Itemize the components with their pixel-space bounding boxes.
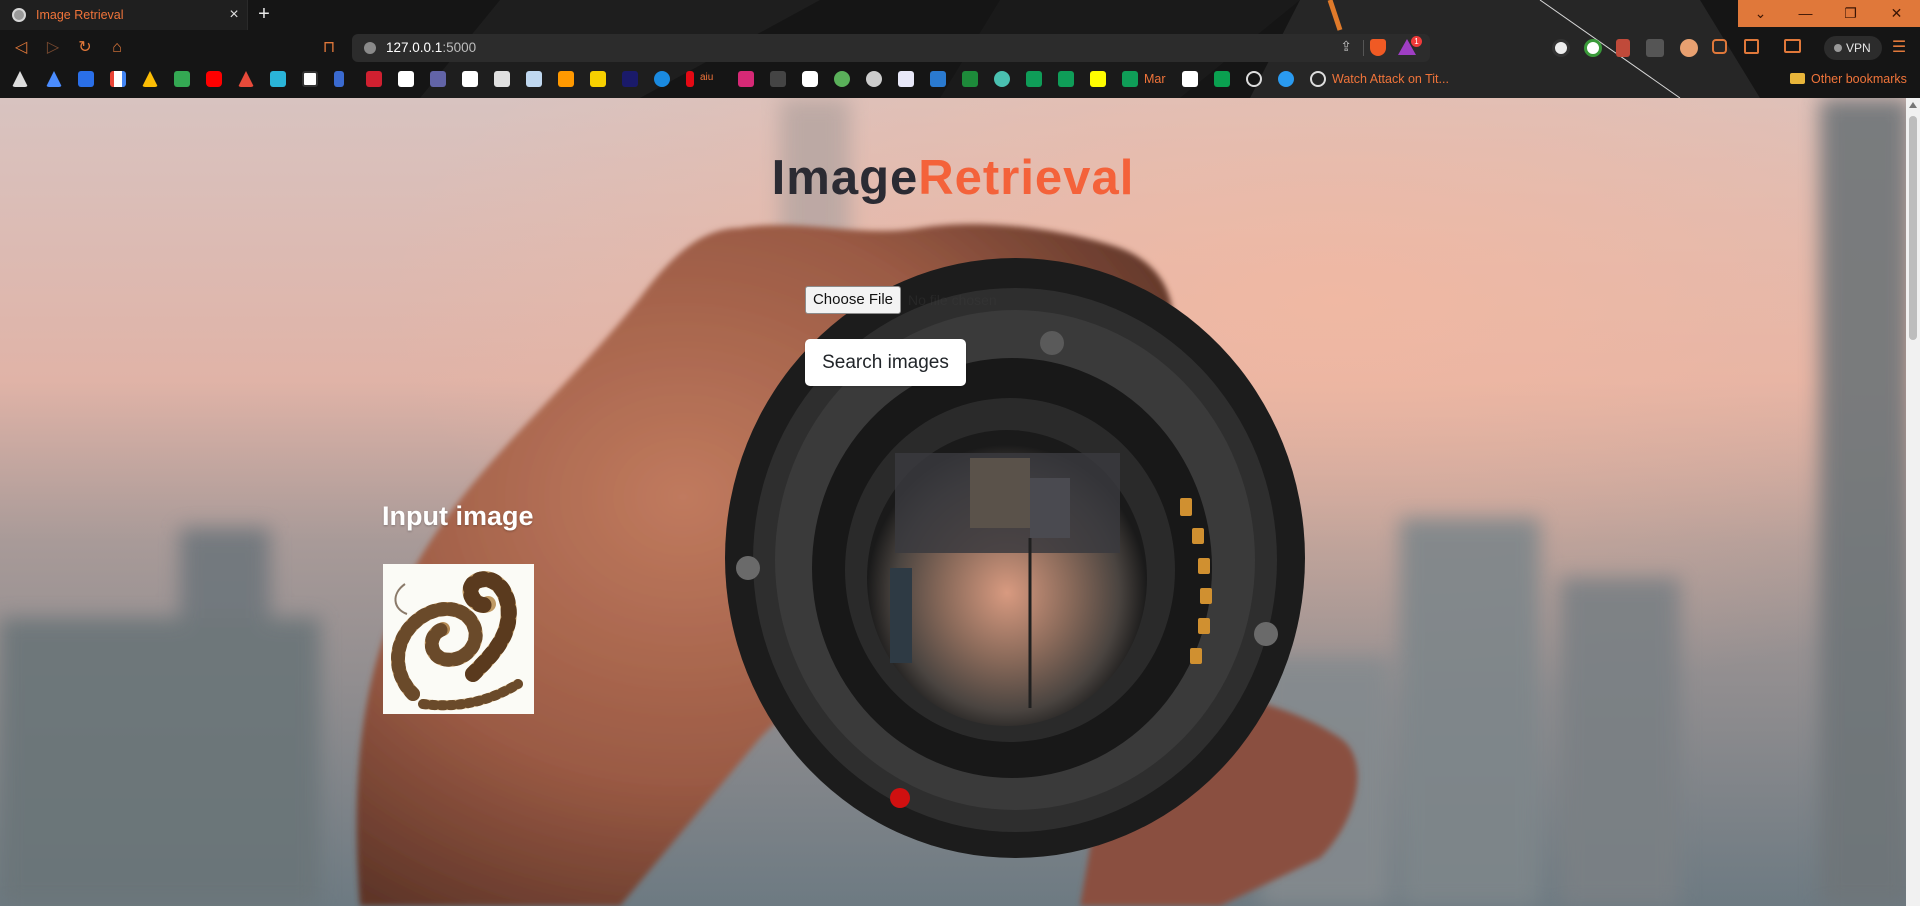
bookmark-grid-icon[interactable] bbox=[302, 71, 318, 87]
input-image-thumbnail bbox=[383, 564, 534, 714]
bookmark-blue-icon[interactable] bbox=[78, 71, 94, 87]
sheets-icon[interactable] bbox=[1026, 71, 1042, 87]
sheets-icon-2[interactable] bbox=[1058, 71, 1074, 87]
page-scrollbar[interactable] bbox=[1906, 98, 1920, 906]
bookmark-s-icon[interactable] bbox=[802, 71, 818, 87]
globe-icon bbox=[12, 8, 26, 22]
netflix-icon[interactable] bbox=[686, 71, 694, 87]
bookmark-r-icon[interactable] bbox=[898, 71, 914, 87]
share-icon[interactable]: ⇪ bbox=[1340, 38, 1352, 55]
bookmark-film-icon[interactable] bbox=[930, 71, 946, 87]
no-file-chosen-label: No file chosen bbox=[908, 292, 997, 308]
page-title: ImageRetrieval bbox=[0, 150, 1906, 206]
bookmark-globe-icon[interactable] bbox=[866, 71, 882, 87]
close-window-button[interactable]: ✕ bbox=[1873, 0, 1920, 27]
new-tab-button[interactable]: + bbox=[252, 4, 276, 26]
folder-icon bbox=[1790, 73, 1805, 84]
youtube-icon[interactable] bbox=[206, 71, 222, 87]
bookmark-small-icon[interactable] bbox=[334, 71, 344, 87]
brave-shields-icon[interactable] bbox=[1370, 39, 1386, 56]
forward-icon[interactable]: ▷ bbox=[40, 36, 66, 60]
search-images-button[interactable]: Search images bbox=[805, 339, 966, 386]
bookmark-green-icon[interactable] bbox=[834, 71, 850, 87]
bookmark-crown-icon[interactable] bbox=[1246, 71, 1262, 87]
close-tab-icon[interactable]: × bbox=[221, 6, 247, 24]
bookmark-a-icon[interactable] bbox=[46, 71, 62, 87]
input-image-heading: Input image bbox=[382, 501, 534, 531]
extension-mute-icon[interactable] bbox=[1616, 39, 1630, 57]
home-icon[interactable]: ⌂ bbox=[104, 36, 130, 60]
tab-search-button[interactable]: ⌄ bbox=[1738, 0, 1783, 27]
scrollbar-thumb[interactable] bbox=[1909, 116, 1917, 340]
sidebar-icon[interactable] bbox=[1744, 39, 1759, 54]
rewards-badge: 1 bbox=[1411, 36, 1422, 47]
extensions-puzzle-icon[interactable] bbox=[1712, 39, 1727, 54]
amazon-icon[interactable] bbox=[558, 71, 574, 87]
tab-strip: Image Retrieval × + ⌄ — ❐ ✕ bbox=[0, 0, 1920, 30]
bookmark-teal-icon[interactable] bbox=[994, 71, 1010, 87]
sheets-icon-3[interactable] bbox=[1122, 71, 1138, 87]
bookmark-dark-icon[interactable] bbox=[770, 71, 786, 87]
bookmark-crown-icon-2[interactable] bbox=[1310, 71, 1326, 87]
snapchat-icon[interactable] bbox=[1090, 71, 1106, 87]
restore-button[interactable]: ❐ bbox=[1828, 0, 1873, 27]
bookmark-yellow-icon[interactable] bbox=[590, 71, 606, 87]
reload-icon[interactable]: ↻ bbox=[72, 36, 98, 60]
extension-globe-icon[interactable] bbox=[1584, 39, 1602, 57]
extension-camera-icon[interactable] bbox=[1646, 39, 1664, 57]
bookmark-icon[interactable]: ⊓ bbox=[316, 36, 342, 60]
back-icon[interactable]: ◁ bbox=[8, 36, 34, 60]
bookmark-aiu[interactable]: aiu bbox=[700, 72, 713, 83]
extension-face-icon[interactable] bbox=[1680, 39, 1698, 57]
background-photo-lens-in-hand bbox=[0, 98, 1906, 906]
vpn-button[interactable]: VPN bbox=[1824, 36, 1882, 60]
snake-image bbox=[383, 564, 534, 714]
page-viewport: ImageRetrieval Choose File No file chose… bbox=[0, 98, 1906, 906]
meet-icon[interactable] bbox=[174, 71, 190, 87]
page-title-image: Image bbox=[771, 151, 919, 205]
bookmark-red-a-icon[interactable] bbox=[238, 71, 254, 87]
instagram-icon[interactable] bbox=[738, 71, 754, 87]
bookmark-tv-icon[interactable] bbox=[1214, 71, 1230, 87]
teams-icon[interactable] bbox=[430, 71, 446, 87]
bookmark-list-icon[interactable] bbox=[494, 71, 510, 87]
other-bookmarks[interactable]: Other bookmarks bbox=[1790, 72, 1907, 86]
bookmark-mar[interactable]: Mar bbox=[1144, 72, 1166, 86]
gmail-icon[interactable] bbox=[110, 71, 126, 87]
page-title-retrieval: Retrieval bbox=[918, 151, 1135, 205]
extension-speed-icon[interactable] bbox=[1552, 39, 1570, 57]
bookmark-red-icon[interactable] bbox=[366, 71, 382, 87]
address-bar[interactable]: 127.0.0.1:5000 ⇪ 1 bbox=[352, 34, 1430, 62]
bookmark-play-icon[interactable] bbox=[654, 71, 670, 87]
url-text[interactable]: 127.0.0.1:5000 bbox=[386, 40, 476, 55]
scroll-up-icon[interactable] bbox=[1909, 102, 1917, 108]
bookmark-cal-icon[interactable] bbox=[526, 71, 542, 87]
wallet-icon[interactable] bbox=[1784, 39, 1801, 53]
minimize-button[interactable]: — bbox=[1783, 0, 1828, 27]
bookmark-flask-icon[interactable] bbox=[12, 71, 28, 87]
tab-image-retrieval[interactable]: Image Retrieval × bbox=[0, 0, 248, 30]
site-info-icon[interactable] bbox=[364, 42, 376, 54]
bookmark-excel-icon[interactable] bbox=[962, 71, 978, 87]
vpn-status-icon bbox=[1834, 44, 1842, 52]
bookmark-attack-on-titan[interactable]: Watch Attack on Tit... bbox=[1332, 72, 1449, 86]
drive-icon[interactable] bbox=[142, 71, 158, 87]
bookmark-doc-icon[interactable] bbox=[462, 71, 478, 87]
browser-chrome: Image Retrieval × + ⌄ — ❐ ✕ ◁ ▷ ↻ ⌂ ⊓ 12… bbox=[0, 0, 1920, 98]
navigation-bar: ◁ ▷ ↻ ⌂ ⊓ 127.0.0.1:5000 ⇪ 1 VPN ☰ bbox=[0, 32, 1920, 64]
bookmark-navy-icon[interactable] bbox=[622, 71, 638, 87]
bookmarks-bar: aiu Mar Watch Attack on Tit... Other boo… bbox=[0, 67, 1920, 93]
menu-icon[interactable]: ☰ bbox=[1886, 36, 1912, 60]
address-separator bbox=[1363, 40, 1364, 56]
tab-title: Image Retrieval bbox=[36, 8, 124, 22]
choose-file-button[interactable]: Choose File bbox=[805, 286, 901, 314]
bookmark-blank-icon[interactable] bbox=[1182, 71, 1198, 87]
bookmark-white-icon[interactable] bbox=[398, 71, 414, 87]
bookmark-p-icon[interactable] bbox=[270, 71, 286, 87]
bookmark-play-blue-icon[interactable] bbox=[1278, 71, 1294, 87]
